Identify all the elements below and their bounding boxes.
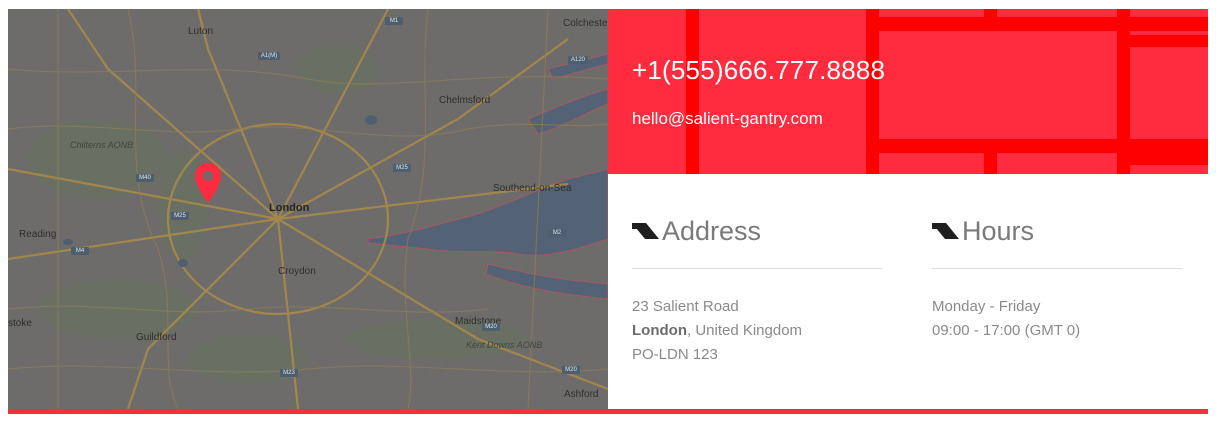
map-marker-icon[interactable]: [194, 162, 222, 204]
road-shield-m23: M23: [280, 369, 298, 377]
map[interactable]: Luton Colchester Chelmsford Chilterns AO…: [8, 9, 608, 409]
background-pattern: [686, 9, 1208, 174]
road-shield-a120: A120: [568, 56, 588, 64]
hours-time: 09:00 - 17:00 (GMT 0): [932, 322, 1081, 339]
hours-divider: [932, 268, 1182, 269]
road-shield-m40: M40: [136, 174, 154, 182]
map-label-london: London: [269, 202, 310, 214]
map-label-stoke: stoke: [8, 318, 32, 329]
address-postcode: PO-LDN 123: [632, 346, 718, 363]
road-shield-m1: M1: [385, 17, 403, 25]
road-shield-a1m: A1(M): [258, 52, 280, 60]
road-shield-m4: M4: [71, 247, 89, 255]
map-label-reading: Reading: [19, 229, 57, 240]
address-title: Address: [662, 215, 762, 246]
info-panel: Address 23 Salient Road London, United K…: [608, 174, 1208, 409]
road-shield-m20-s: M20: [562, 366, 580, 374]
hours-days: Monday - Friday: [932, 298, 1041, 315]
bottom-accent-bar: [8, 409, 1208, 414]
map-label-kent-downs: Kent Downs AONB: [466, 340, 543, 350]
map-label-southend: Southend-on-Sea: [493, 183, 572, 194]
address-city: London: [632, 322, 687, 339]
map-label-chelmsford: Chelmsford: [439, 95, 491, 106]
address-country: , United Kingdom: [686, 322, 803, 339]
address-line1: 23 Salient Road: [632, 298, 739, 315]
address-divider: [632, 268, 882, 269]
map-label-colchester: Colchester: [563, 18, 608, 29]
map-label-ashford: Ashford: [564, 389, 599, 400]
email-link[interactable]: hello@salient-gantry.com: [632, 109, 823, 129]
phone-number[interactable]: +1(555)666.777.8888: [632, 55, 885, 86]
parallelogram-icon: [932, 223, 959, 239]
map-label-chilterns: Chilterns AONB: [70, 140, 134, 150]
hours-title: Hours: [962, 215, 1035, 246]
road-shield-m20: M20: [482, 323, 500, 331]
road-shield-m25-w: M25: [171, 212, 189, 220]
contact-banner: +1(555)666.777.8888 hello@salient-gantry…: [608, 9, 1208, 174]
hours-column: Hours Monday - Friday 09:00 - 17:00 (GMT…: [932, 214, 1182, 343]
address-line2: London, United Kingdom: [632, 319, 882, 343]
map-label-croydon: Croydon: [278, 266, 316, 277]
contact-section: Luton Colchester Chelmsford Chilterns AO…: [8, 9, 1208, 414]
road-shield-m25-n: M25: [393, 164, 411, 172]
road-shield-m2: M2: [548, 229, 566, 237]
map-label-luton: Luton: [188, 26, 214, 37]
parallelogram-icon: [632, 223, 659, 239]
address-column: Address 23 Salient Road London, United K…: [632, 214, 882, 367]
map-label-guildford: Guildford: [136, 332, 177, 343]
